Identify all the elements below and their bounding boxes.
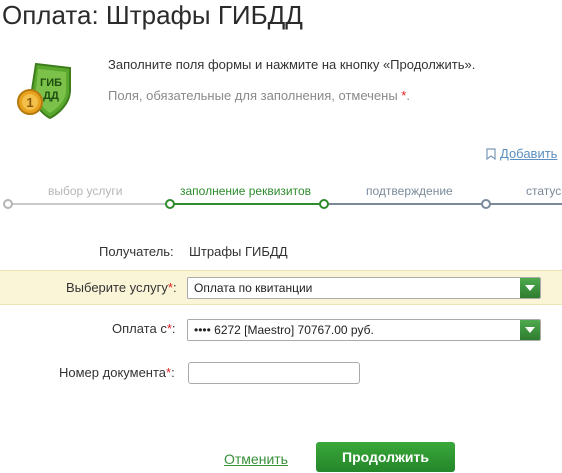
step-line-done xyxy=(8,203,170,205)
intro-text: Заполните поля формы и нажмите на кнопку… xyxy=(108,57,476,72)
gibdd-logo: ГИБ ДД 1 xyxy=(17,62,71,120)
cancel-link[interactable]: Отменить xyxy=(224,451,288,467)
pay-from-select[interactable]: •••• 6272 [Maestro] 70767.00 руб. xyxy=(187,319,541,341)
pay-from-label: Оплата с*: xyxy=(112,321,176,336)
add-to-favorites-label: Добавить xyxy=(500,146,558,161)
chevron-down-icon xyxy=(525,285,535,291)
step-dot-confirm xyxy=(319,199,329,209)
document-number-label-text: Номер документа xyxy=(59,365,167,380)
step-line-active xyxy=(170,203,324,205)
service-select-arrow[interactable] xyxy=(520,278,540,298)
required-note-text: Поля, обязательные для заполнения, отмеч… xyxy=(108,88,402,103)
add-to-favorites-link[interactable]: Добавить xyxy=(486,146,557,161)
bookmark-icon xyxy=(486,147,496,160)
step-label-details: заполнение реквизитов xyxy=(180,184,312,198)
service-label-colon: : xyxy=(172,280,177,295)
service-label: Выберите услугу*: xyxy=(66,280,177,295)
logo-coin-text: 1 xyxy=(26,95,33,110)
document-number-label: Номер документа*: xyxy=(59,365,175,380)
required-note: Поля, обязательные для заполнения, отмеч… xyxy=(108,88,410,103)
chevron-down-icon xyxy=(525,327,535,333)
step-label-confirm: подтверждение xyxy=(366,184,453,198)
step-dot-details xyxy=(165,199,175,209)
step-dot-status xyxy=(481,199,491,209)
step-label-status: статус xyxy=(526,184,562,198)
pay-from-select-value: •••• 6272 [Maestro] 70767.00 руб. xyxy=(194,323,374,337)
progress-steps: выбор услуги заполнение реквизитов подтв… xyxy=(0,180,562,216)
recipient-value: Штрафы ГИБДД xyxy=(189,244,288,259)
logo-shield-text-bottom: ДД xyxy=(43,90,59,102)
pay-from-label-text: Оплата с xyxy=(112,321,167,336)
pay-from-label-colon: : xyxy=(171,321,176,336)
document-number-input[interactable] xyxy=(188,362,360,384)
service-label-text: Выберите услугу xyxy=(66,280,168,295)
step-label-service: выбор услуги xyxy=(48,184,123,198)
continue-button[interactable]: Продолжить xyxy=(316,442,455,472)
step-line-future xyxy=(324,203,562,205)
pay-from-select-arrow[interactable] xyxy=(520,320,540,340)
service-select[interactable]: Оплата по квитанции xyxy=(187,277,541,299)
required-note-suffix: . xyxy=(406,88,410,103)
page-title: Оплата: Штрафы ГИБДД xyxy=(2,0,303,30)
step-dot-service xyxy=(3,199,13,209)
service-select-value: Оплата по квитанции xyxy=(194,281,313,295)
document-number-label-colon: : xyxy=(171,365,175,380)
logo-shield-text-top: ГИБ xyxy=(40,77,62,89)
recipient-label: Получатель: xyxy=(99,244,174,259)
